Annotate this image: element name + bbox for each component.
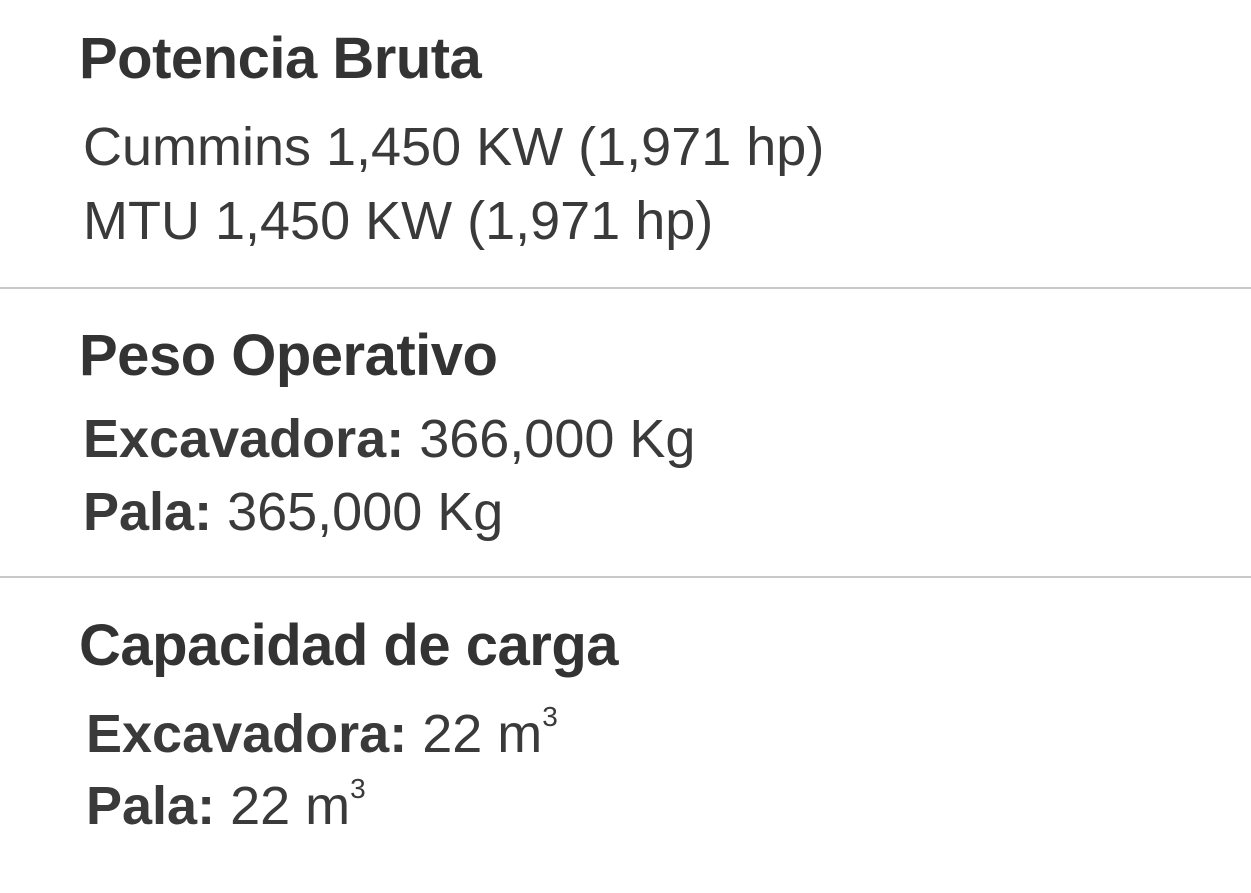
- superscript-exponent: 3: [542, 701, 558, 732]
- spec-line-excavator-capacity: Excavadora: 22 m3: [86, 703, 558, 764]
- spec-line-excavator-weight: Excavadora: 366,000 Kg: [83, 412, 695, 466]
- section-title-power: Potencia Bruta: [79, 26, 482, 91]
- spec-value: 365,000 Kg: [212, 482, 504, 542]
- section-divider: [0, 287, 1251, 289]
- section-divider: [0, 576, 1251, 578]
- spec-line-cummins: Cummins 1,450 KW (1,971 hp): [83, 120, 824, 174]
- spec-label: Pala:: [83, 482, 213, 542]
- spec-value: 366,000 Kg: [404, 409, 696, 469]
- spec-line-shovel-weight: Pala: 365,000 Kg: [83, 485, 503, 539]
- spec-value: 22 m: [215, 776, 351, 836]
- section-title-weight: Peso Operativo: [79, 323, 498, 388]
- spec-value: MTU 1,450 KW (1,971 hp): [83, 191, 714, 251]
- section-title-capacity: Capacidad de carga: [79, 613, 619, 678]
- spec-label: Excavadora:: [83, 409, 405, 469]
- superscript-exponent: 3: [350, 773, 366, 804]
- spec-value: Cummins 1,450 KW (1,971 hp): [83, 117, 825, 177]
- spec-value: 22 m: [407, 704, 543, 764]
- spec-line-mtu: MTU 1,450 KW (1,971 hp): [83, 194, 713, 248]
- spec-label: Pala:: [86, 776, 216, 836]
- spec-label: Excavadora:: [86, 704, 408, 764]
- spec-line-shovel-capacity: Pala: 22 m3: [86, 775, 366, 836]
